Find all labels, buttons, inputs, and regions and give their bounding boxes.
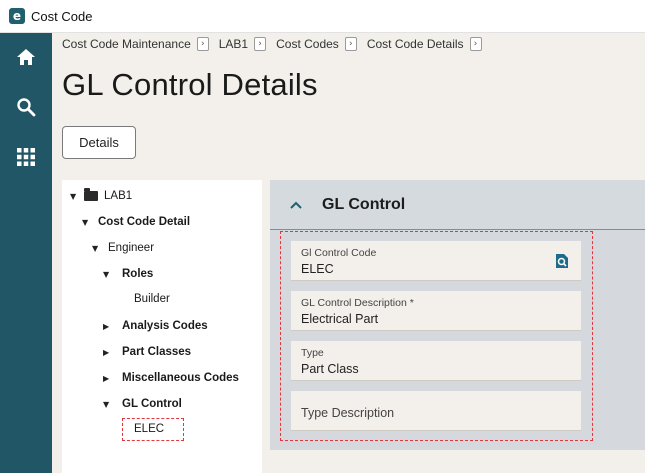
title-bar: e Cost Code <box>0 0 645 33</box>
tree-node-roles[interactable]: ▼ Roles <box>103 268 153 280</box>
window-title: Cost Code <box>31 8 93 24</box>
fields-highlight-box <box>280 231 593 441</box>
tree-node-part-classes[interactable]: ▶ Part Classes <box>103 346 191 358</box>
tree-node-builder[interactable]: Builder <box>134 293 170 305</box>
tree-node-label: LAB1 <box>104 190 133 202</box>
tree-node-analysis-codes[interactable]: ▶ Analysis Codes <box>103 320 208 332</box>
breadcrumb-cost-code-details[interactable]: Cost Code Details › <box>367 37 482 51</box>
app-logo-icon: e <box>9 8 25 24</box>
breadcrumb: Cost Code Maintenance › LAB1 › Cost Code… <box>62 34 492 54</box>
details-button[interactable]: Details <box>62 126 136 159</box>
chevron-right-icon[interactable]: › <box>254 37 267 51</box>
expand-toggle-icon[interactable]: ▶ <box>103 348 115 357</box>
tree-node-engineer[interactable]: ▼ Engineer <box>92 242 154 254</box>
expand-toggle-icon[interactable]: ▼ <box>103 270 115 279</box>
tree-node-gl-control[interactable]: ▼ GL Control <box>103 398 182 410</box>
chevron-right-icon[interactable]: › <box>196 37 209 51</box>
tree-node-label: Cost Code Detail <box>98 216 191 228</box>
expand-toggle-icon[interactable]: ▶ <box>103 322 115 331</box>
breadcrumb-cost-code-maintenance[interactable]: Cost Code Maintenance › <box>62 37 209 51</box>
expand-toggle-icon[interactable]: ▼ <box>70 192 82 201</box>
breadcrumb-cost-codes[interactable]: Cost Codes › <box>276 37 357 51</box>
tree-node-label: Part Classes <box>122 346 192 358</box>
selected-node-highlight <box>122 418 184 441</box>
tree-node-label: Engineer <box>108 242 155 254</box>
folder-icon <box>84 188 98 201</box>
tree-node-lab1[interactable]: ▼ LAB1 <box>70 188 133 202</box>
tree-node-label: Roles <box>122 268 154 280</box>
chevron-right-icon[interactable]: › <box>344 37 357 51</box>
left-nav <box>0 33 52 473</box>
section-title: GL Control <box>322 195 406 213</box>
home-icon[interactable] <box>14 45 38 69</box>
breadcrumb-label: Cost Codes <box>276 37 339 51</box>
chevron-right-icon[interactable]: › <box>469 37 482 51</box>
tree-node-label: Miscellaneous Codes <box>122 372 239 384</box>
expand-toggle-icon[interactable]: ▼ <box>92 244 104 253</box>
breadcrumb-label: Cost Code Details <box>366 37 464 51</box>
breadcrumb-label: LAB1 <box>218 37 249 51</box>
tree-node-cost-code-detail[interactable]: ▼ Cost Code Detail <box>82 216 190 228</box>
apps-grid-icon[interactable] <box>14 145 38 169</box>
page-title: GL Control Details <box>62 67 318 102</box>
tree-node-label: Analysis Codes <box>122 320 208 332</box>
expand-toggle-icon[interactable]: ▼ <box>82 218 94 227</box>
breadcrumb-lab1[interactable]: LAB1 › <box>218 37 267 51</box>
search-icon[interactable] <box>14 95 38 119</box>
expand-toggle-icon[interactable]: ▼ <box>103 400 115 409</box>
tree-node-label: Builder <box>134 293 170 305</box>
expand-toggle-icon[interactable]: ▶ <box>103 374 115 383</box>
chevron-up-icon[interactable] <box>289 198 303 212</box>
section-header[interactable]: GL Control <box>270 180 645 230</box>
tree-node-miscellaneous-codes[interactable]: ▶ Miscellaneous Codes <box>103 372 239 384</box>
breadcrumb-label: Cost Code Maintenance <box>62 37 191 51</box>
tree-node-label: GL Control <box>122 398 182 410</box>
